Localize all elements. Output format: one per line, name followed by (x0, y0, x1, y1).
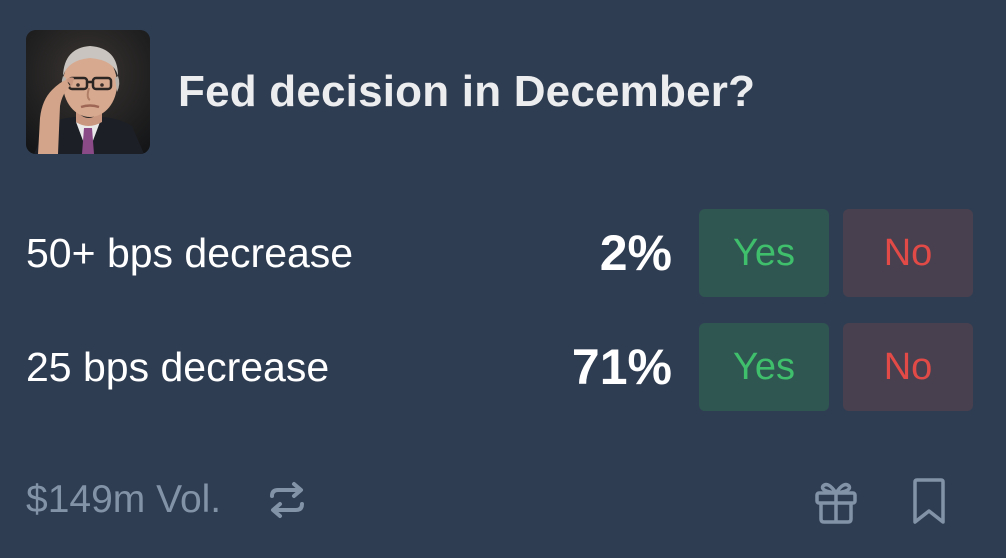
gift-icon[interactable] (812, 477, 860, 525)
repeat-icon (270, 482, 304, 518)
market-image (26, 30, 150, 154)
volume-text: $149m Vol. (26, 478, 222, 521)
market-title[interactable]: Fed decision in December? (178, 70, 755, 114)
market-header: Fed decision in December? (26, 30, 755, 154)
market-footer: $149m Vol. (26, 472, 974, 528)
portrait-illustration (26, 30, 150, 154)
bookmark-icon[interactable] (910, 477, 948, 525)
outcome-label: 50+ bps decrease (26, 230, 354, 276)
outcome-probability: 71% (571, 339, 672, 395)
buy-yes-button[interactable]: Yes (699, 209, 829, 297)
buy-no-button[interactable]: No (843, 209, 973, 297)
market-card[interactable]: Fed decision in December? 50+ bps decrea… (0, 0, 1006, 558)
buy-no-button[interactable]: No (843, 323, 973, 411)
outcome-label: 25 bps decrease (26, 344, 330, 390)
outcome-row[interactable]: 50+ bps decrease 2% Yes No (26, 209, 974, 297)
outcome-row[interactable]: 25 bps decrease 71% Yes No (26, 323, 974, 411)
outcome-probability: 2% (599, 225, 672, 281)
buy-yes-button[interactable]: Yes (699, 323, 829, 411)
